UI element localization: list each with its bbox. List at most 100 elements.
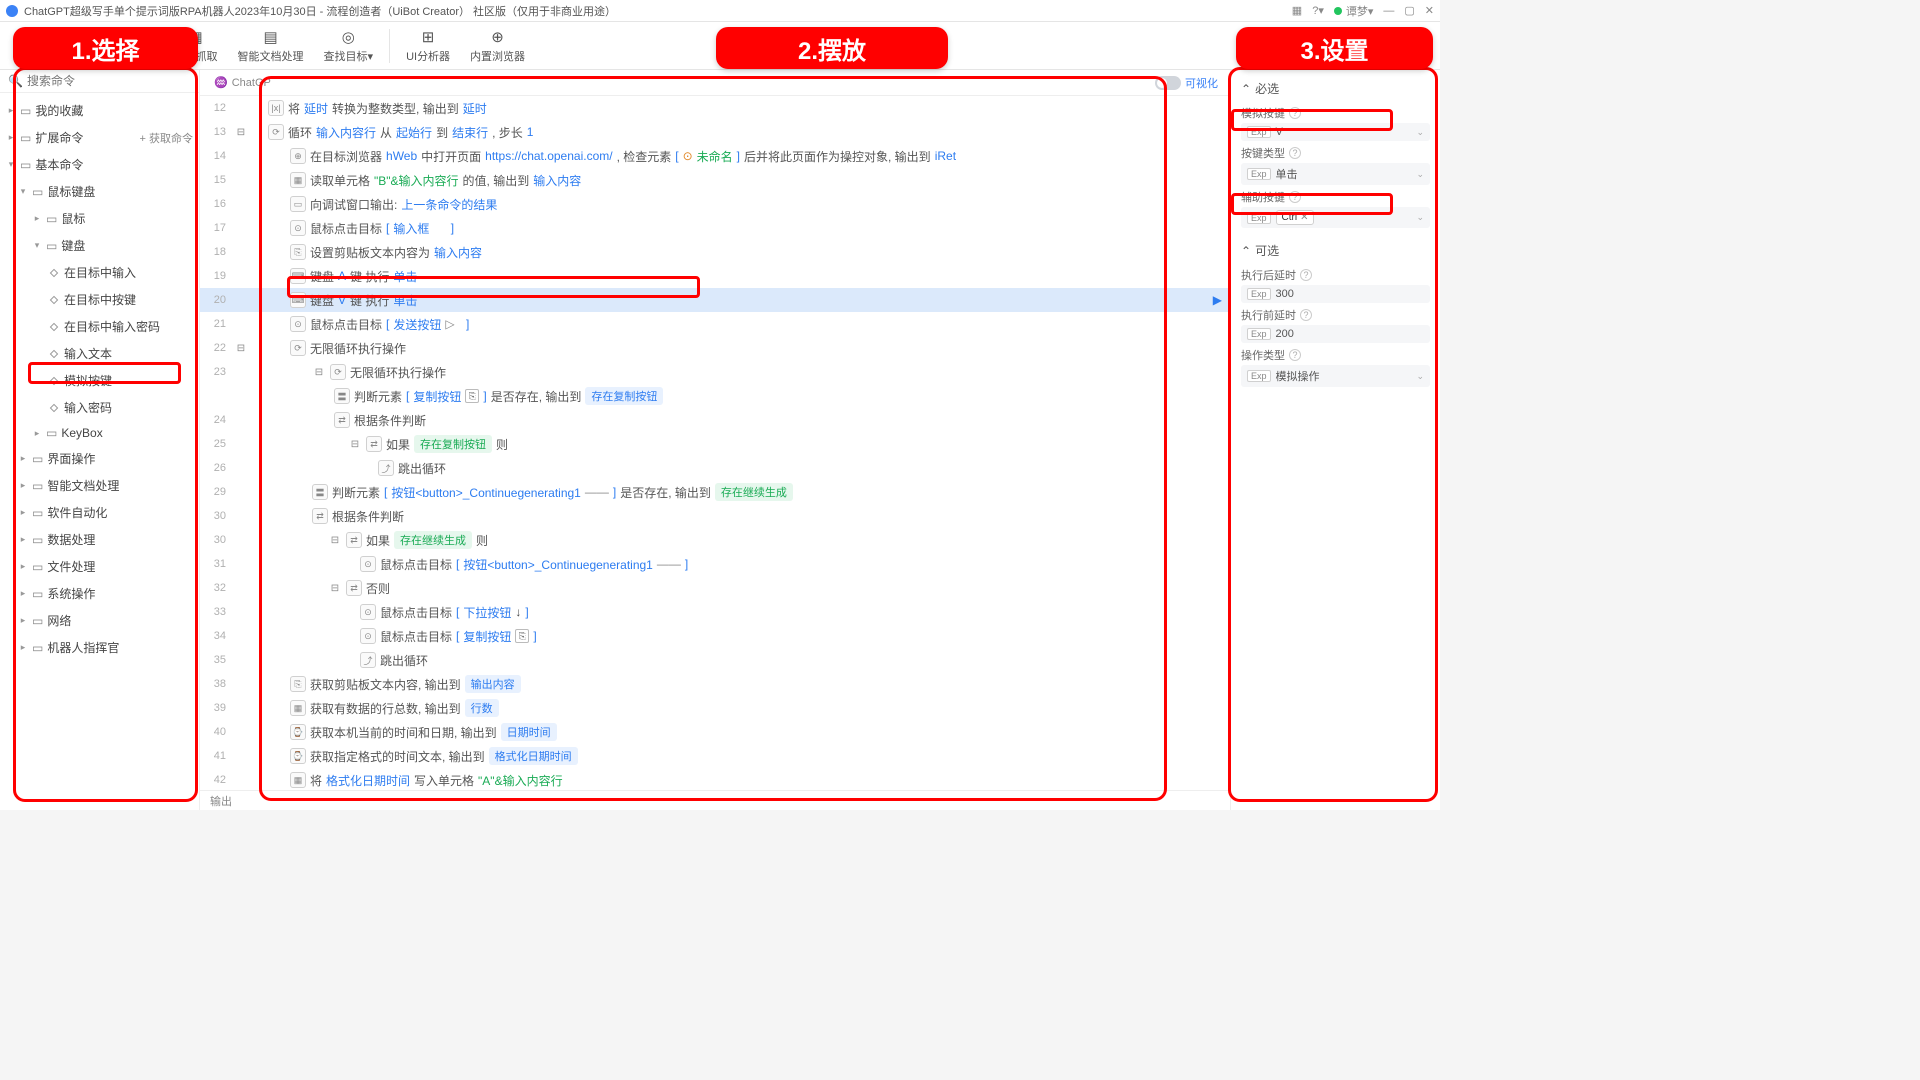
code-row[interactable]: 25⊟⇄如果 存在复制按钮 则 — [200, 432, 1230, 456]
tree-dataproc[interactable]: ▸▭数据处理 — [0, 526, 199, 553]
folder-icon: ▭ — [32, 479, 43, 493]
chevron-down-icon[interactable]: ⌄ — [1416, 212, 1424, 223]
float-label-2: 2.摆放 — [716, 27, 948, 69]
code-area[interactable]: 12|x|将 延时 转换为整数类型, 输出到 延时 13⊟⟳循环 输入内容行 从… — [200, 96, 1230, 790]
code-row[interactable]: 42▦将 格式化日期时间 写入单元格 "A"&输入内容行 — [200, 768, 1230, 790]
tree-inputtext[interactable]: 输入文本 — [0, 340, 199, 367]
remove-chip-icon[interactable]: ✕ — [1300, 212, 1308, 223]
code-row[interactable]: 17⊙鼠标点击目标 [ 输入框 ] — [200, 216, 1230, 240]
help-icon[interactable]: ? — [1300, 309, 1312, 321]
tree-uiop[interactable]: ▸▭界面操作 — [0, 445, 199, 472]
close-icon[interactable]: ✕ — [1425, 4, 1434, 17]
tree-mousekb[interactable]: ▾▭鼠标键盘 — [0, 178, 199, 205]
tree-keybox[interactable]: ▸▭KeyBox — [0, 421, 199, 445]
prop-keytype-field[interactable]: Exp单击⌄ — [1241, 163, 1430, 185]
prop-auxkey-field[interactable]: ExpCtrl✕⌄ — [1241, 207, 1430, 228]
code-row[interactable]: 18⎘设置剪贴板文本内容为 输入内容 — [200, 240, 1230, 264]
float-label-1: 1.选择 — [13, 27, 198, 69]
help-icon[interactable]: ? — [1289, 147, 1301, 159]
copy-icon: ⎘ — [465, 389, 479, 403]
add-command-link[interactable]: + 获取命令 — [140, 130, 193, 146]
code-row[interactable]: 13⊟⟳循环 输入内容行 从 起始行 到 结束行 , 步长 1 — [200, 120, 1230, 144]
tree-targetkey[interactable]: 在目标中按键 — [0, 286, 199, 313]
findtarget-icon: ◎ — [339, 28, 357, 46]
code-row[interactable]: 30⊟⇄如果 存在继续生成 则 — [200, 528, 1230, 552]
tree-fileproc[interactable]: ▸▭文件处理 — [0, 553, 199, 580]
code-row[interactable]: 21⊙鼠标点击目标 [ 发送按钮 ▷ ] — [200, 312, 1230, 336]
smartext-button[interactable]: ▤智能文档处理 — [228, 26, 314, 66]
tree-targetinput[interactable]: 在目标中输入 — [0, 259, 199, 286]
play-icon[interactable]: ▶ — [1213, 293, 1222, 307]
prop-delaybefore-label: 执行前延时? — [1241, 303, 1430, 325]
code-row[interactable]: 39▦获取有数据的行总数, 输出到 行数 — [200, 696, 1230, 720]
search-input[interactable] — [27, 74, 191, 88]
help-icon[interactable]: ?▾ — [1312, 4, 1324, 17]
chevron-down-icon[interactable]: ⌄ — [1416, 371, 1424, 382]
code-row[interactable]: 26⤴跳出循环 — [200, 456, 1230, 480]
code-row[interactable]: 23⊟⟳无限循环执行操作 — [200, 360, 1230, 384]
vis-toggle[interactable] — [1155, 76, 1181, 90]
grid-icon[interactable]: ▦ — [1292, 4, 1302, 17]
prop-delaybefore-field[interactable]: Exp200 — [1241, 325, 1430, 343]
help-icon[interactable]: ? — [1289, 191, 1301, 203]
tabbar: ♒ ChatGP 可视化 — [200, 70, 1230, 96]
folder-icon: ▭ — [32, 587, 43, 601]
code-row[interactable]: 34⊙鼠标点击目标 [ 复制按钮 ⎘ ] — [200, 624, 1230, 648]
maximize-icon[interactable]: ▢ — [1404, 4, 1414, 17]
code-row[interactable]: 40⌚获取本机当前的时间和日期, 输出到 日期时间 — [200, 720, 1230, 744]
tab-label[interactable]: ChatGP — [232, 77, 271, 89]
code-row[interactable]: 41⌚获取指定格式的时间文本, 输出到 格式化日期时间 — [200, 744, 1230, 768]
folder-icon: ▭ — [46, 212, 57, 226]
prop-optype-field[interactable]: Exp模拟操作⌄ — [1241, 365, 1430, 387]
code-row[interactable]: 22⊟⟳无限循环执行操作 — [200, 336, 1230, 360]
help-icon[interactable]: ? — [1289, 349, 1301, 361]
tree-mouse[interactable]: ▸▭鼠标 — [0, 205, 199, 232]
tree-fav[interactable]: ▸▭我的收藏 — [0, 97, 199, 124]
tree-network[interactable]: ▸▭网络 — [0, 607, 199, 634]
code-row[interactable]: 38⎘获取剪贴板文本内容, 输出到 输出内容 — [200, 672, 1230, 696]
tree-smartdoc[interactable]: ▸▭智能文档处理 — [0, 472, 199, 499]
tree-botcmd[interactable]: ▸▭机器人指挥官 — [0, 634, 199, 661]
optional-heading[interactable]: ⌃可选 — [1241, 238, 1430, 263]
code-row[interactable]: 14⊕在目标浏览器 hWeb 中打开页面 https://chat.openai… — [200, 144, 1230, 168]
search-row: 🔍 — [0, 70, 199, 93]
uianalyzer-button[interactable]: ⊞UI分析器 — [396, 26, 460, 66]
tree-swauto[interactable]: ▸▭软件自动化 — [0, 499, 199, 526]
output-bar[interactable]: 输出 — [200, 790, 1230, 810]
code-row[interactable]: 24⇄根据条件判断 — [200, 408, 1230, 432]
code-row[interactable]: 33⊙鼠标点击目标 [ 下拉按钮 ↓ ] — [200, 600, 1230, 624]
tree-simkey[interactable]: 模拟按键 — [0, 367, 199, 394]
vis-label: 可视化 — [1185, 75, 1218, 91]
ctrl-chip[interactable]: Ctrl✕ — [1276, 210, 1315, 225]
code-row[interactable]: 30⇄根据条件判断 — [200, 504, 1230, 528]
help-icon[interactable]: ? — [1300, 269, 1312, 281]
prop-simkey-field[interactable]: ExpV⌄ — [1241, 123, 1430, 141]
user-indicator[interactable]: 谭梦▾ — [1334, 3, 1374, 19]
tree-basic[interactable]: ▾▭基本命令 — [0, 151, 199, 178]
tree-keyboard[interactable]: ▾▭键盘 — [0, 232, 199, 259]
code-row[interactable]: 19⌨键盘 A 键 执行 单击 — [200, 264, 1230, 288]
folder-icon: ▭ — [20, 131, 31, 145]
code-row-selected[interactable]: 20⌨键盘 V 键 执行 单击▶ — [200, 288, 1230, 312]
chevron-down-icon[interactable]: ⌄ — [1416, 127, 1424, 138]
browser-button[interactable]: ⊕内置浏览器 — [460, 26, 535, 66]
code-row[interactable]: 〓判断元素 [ 复制按钮 ⎘ ] 是否存在, 输出到 存在复制按钮 — [200, 384, 1230, 408]
code-row[interactable]: 12|x|将 延时 转换为整数类型, 输出到 延时 — [200, 96, 1230, 120]
help-icon[interactable]: ? — [1289, 107, 1301, 119]
tree-targetpwd[interactable]: 在目标中输入密码 — [0, 313, 199, 340]
minimize-icon[interactable]: — — [1383, 5, 1394, 17]
prop-delayafter-field[interactable]: Exp300 — [1241, 285, 1430, 303]
code-row[interactable]: 32⊟⇄否则 — [200, 576, 1230, 600]
code-row[interactable]: 29〓判断元素 [ 按钮<button>_Continuegenerating1… — [200, 480, 1230, 504]
code-row[interactable]: 16▭向调试窗口输出: 上一条命令的结果 — [200, 192, 1230, 216]
tree-inputpwd[interactable]: 输入密码 — [0, 394, 199, 421]
findtarget-button[interactable]: ◎查找目标▾ — [314, 26, 384, 66]
code-row[interactable]: 31⊙鼠标点击目标 [ 按钮<button>_Continuegeneratin… — [200, 552, 1230, 576]
tree-sysop[interactable]: ▸▭系统操作 — [0, 580, 199, 607]
prop-optype-label: 操作类型? — [1241, 343, 1430, 365]
required-heading[interactable]: ⌃必选 — [1241, 76, 1430, 101]
code-row[interactable]: 35⤴跳出循环 — [200, 648, 1230, 672]
tree-ext[interactable]: ▸▭扩展命令+ 获取命令 — [0, 124, 199, 151]
code-row[interactable]: 15▦读取单元格 "B"&输入内容行 的值, 输出到 输入内容 — [200, 168, 1230, 192]
chevron-down-icon[interactable]: ⌄ — [1416, 169, 1424, 180]
